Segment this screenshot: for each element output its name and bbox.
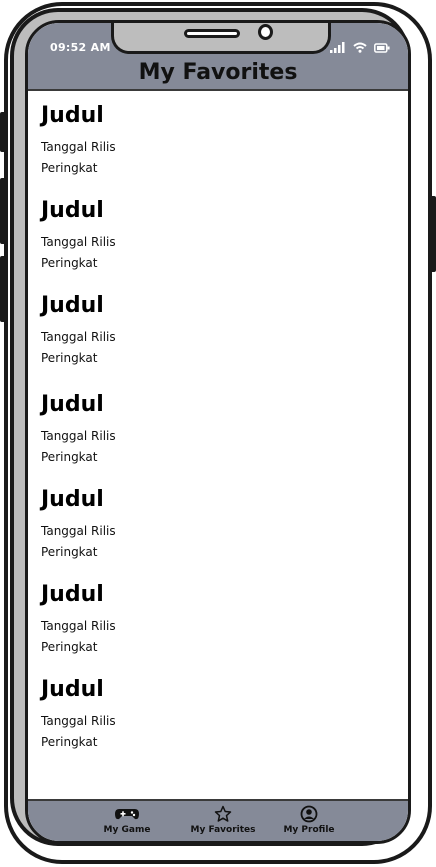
item-title: Judul	[41, 198, 104, 223]
favorite-item[interactable]: Judul Tanggal Rilis Peringkat	[41, 675, 371, 753]
side-button-left-2	[0, 178, 6, 244]
nav-label-my-game: My Game	[103, 825, 151, 835]
item-title: Judul	[41, 293, 104, 318]
battery-icon	[374, 38, 390, 57]
item-release-date: Tanggal Rilis	[41, 235, 116, 249]
nav-item-my-favorites[interactable]: My Favorites	[178, 805, 268, 835]
favorite-item[interactable]: Judul Tanggal Rilis Peringkat	[41, 196, 371, 274]
nav-item-my-game[interactable]: My Game	[82, 805, 172, 835]
nav-item-my-profile[interactable]: My Profile	[264, 805, 354, 835]
item-title: Judul	[41, 582, 104, 607]
item-title: Judul	[41, 677, 104, 702]
item-title: Judul	[41, 487, 104, 512]
nav-label-my-profile: My Profile	[283, 825, 335, 835]
item-release-date: Tanggal Rilis	[41, 429, 116, 443]
signal-icon	[330, 38, 346, 57]
notch	[111, 23, 331, 54]
camera-icon	[258, 24, 273, 40]
item-rating: Peringkat	[41, 256, 98, 270]
status-icons	[330, 38, 390, 57]
item-release-date: Tanggal Rilis	[41, 714, 116, 728]
bottom-navigation: My Game My Favorites My Profile	[28, 799, 408, 841]
nav-label-my-favorites: My Favorites	[190, 825, 256, 835]
side-button-right	[430, 196, 436, 272]
item-release-date: Tanggal Rilis	[41, 330, 116, 344]
page-title: My Favorites	[138, 60, 298, 85]
top-app-bar: 09:52 AM My Favorites	[28, 23, 408, 91]
favorite-item[interactable]: Judul Tanggal Rilis Peringkat	[41, 485, 371, 563]
item-rating: Peringkat	[41, 545, 98, 559]
item-rating: Peringkat	[41, 735, 98, 749]
favorite-item[interactable]: Judul Tanggal Rilis Peringkat	[41, 291, 371, 369]
profile-icon	[264, 805, 354, 823]
item-release-date: Tanggal Rilis	[41, 140, 116, 154]
item-rating: Peringkat	[41, 450, 98, 464]
favorite-item[interactable]: Judul Tanggal Rilis Peringkat	[41, 101, 371, 179]
wifi-icon	[353, 38, 367, 57]
speaker-icon	[184, 29, 240, 38]
favorite-item[interactable]: Judul Tanggal Rilis Peringkat	[41, 580, 371, 658]
gamepad-icon	[82, 805, 172, 823]
status-time: 09:52 AM	[50, 41, 111, 54]
item-rating: Peringkat	[41, 640, 98, 654]
item-title: Judul	[41, 103, 104, 128]
favorites-list[interactable]: Judul Tanggal Rilis Peringkat Judul Tang…	[28, 91, 408, 805]
phone-screen: 09:52 AM My Favorites Judul Tanggal Rili…	[25, 20, 411, 844]
item-rating: Peringkat	[41, 161, 98, 175]
side-button-left-3	[0, 256, 6, 322]
item-title: Judul	[41, 392, 104, 417]
star-icon	[178, 805, 268, 823]
item-release-date: Tanggal Rilis	[41, 524, 116, 538]
side-button-left-1	[0, 112, 6, 152]
item-release-date: Tanggal Rilis	[41, 619, 116, 633]
favorite-item[interactable]: Judul Tanggal Rilis Peringkat	[41, 390, 371, 468]
item-rating: Peringkat	[41, 351, 98, 365]
